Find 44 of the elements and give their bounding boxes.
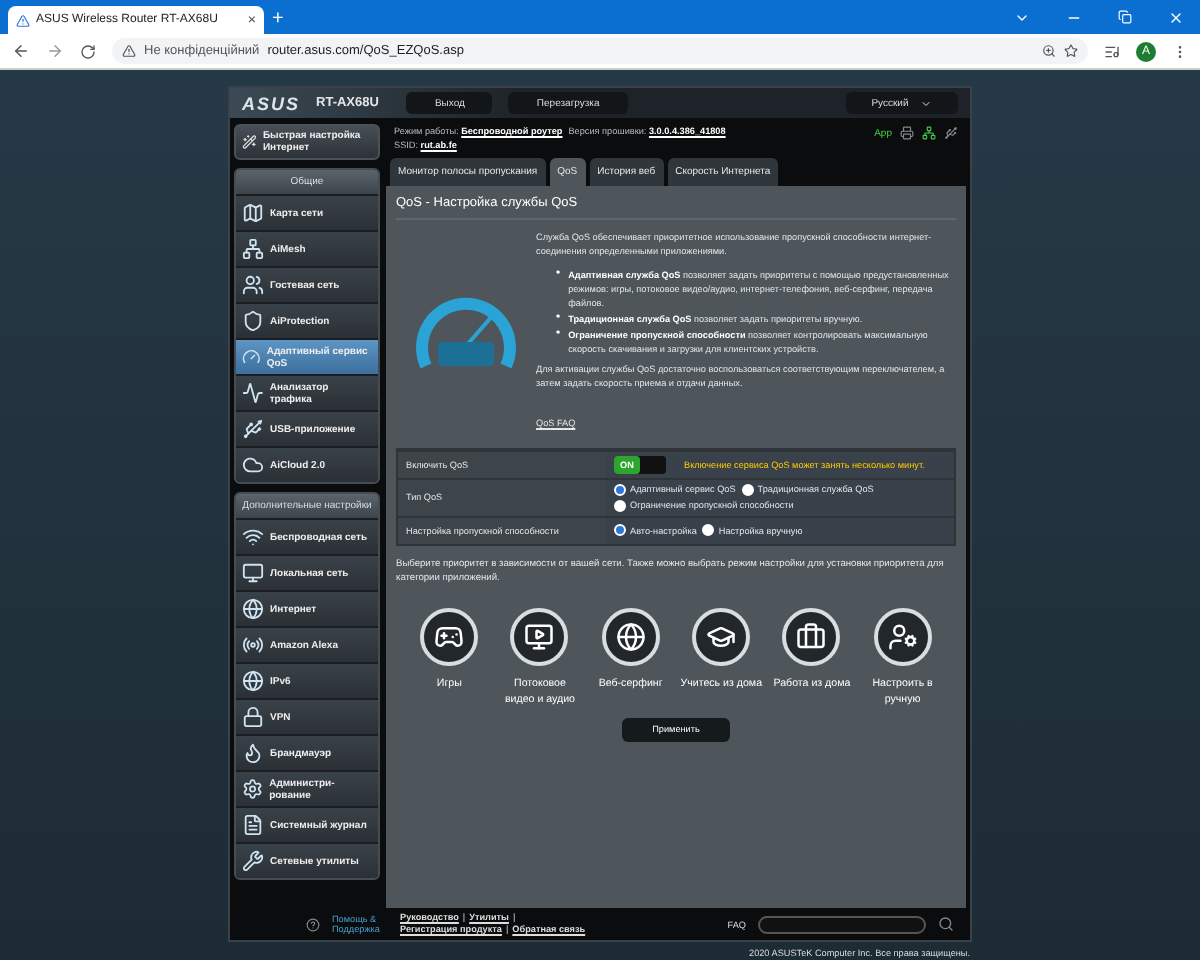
- restore-icon: [1118, 10, 1132, 24]
- usb-icon: [944, 126, 958, 140]
- globe-icon: [242, 670, 264, 692]
- broadcast-icon: [242, 634, 264, 656]
- new-tab-button[interactable]: +: [272, 6, 284, 34]
- back-icon: [12, 42, 30, 60]
- forward-icon: [46, 42, 64, 60]
- users-icon: [242, 274, 264, 296]
- cloud-icon: [242, 454, 264, 476]
- dropdown-caret-icon: [920, 97, 933, 109]
- graduation-cap-icon: [706, 621, 737, 652]
- shield-icon: [242, 310, 264, 332]
- network-icon: [242, 238, 264, 260]
- qos-gauge-drawing: [414, 293, 518, 374]
- search-icon: [938, 916, 954, 932]
- monitor-play-icon: [524, 621, 555, 652]
- bookmark-star-icon: [1064, 44, 1078, 58]
- usb-icon: [242, 418, 264, 440]
- gauge-icon: [242, 346, 261, 368]
- wifi-icon: [242, 526, 264, 548]
- activity-icon: [242, 382, 264, 404]
- wizard-icon: [242, 132, 257, 152]
- gear-icon: [242, 778, 264, 800]
- reload-icon: [80, 43, 96, 59]
- flame-icon: [242, 742, 264, 764]
- zoom-icon: [1042, 44, 1056, 58]
- globe-icon: [242, 598, 264, 620]
- faq-search-field[interactable]: [758, 915, 926, 933]
- document-icon: [242, 814, 264, 836]
- briefcase-icon: [796, 621, 827, 652]
- monitor-icon: [242, 562, 264, 584]
- media-icon: [1104, 43, 1120, 59]
- gamepad-icon: [434, 621, 465, 652]
- globe-icon: [615, 621, 646, 652]
- wrench-icon: [242, 850, 264, 872]
- user-gear-icon: [887, 621, 918, 652]
- lock-icon: [242, 706, 264, 728]
- network-icon: [922, 126, 936, 140]
- printer-icon: [900, 126, 914, 140]
- map-icon: [242, 202, 264, 224]
- warning-icon: [122, 44, 136, 58]
- close-icon: [1168, 9, 1184, 25]
- logo: ASUS: [242, 93, 301, 113]
- help-icon: [306, 917, 320, 931]
